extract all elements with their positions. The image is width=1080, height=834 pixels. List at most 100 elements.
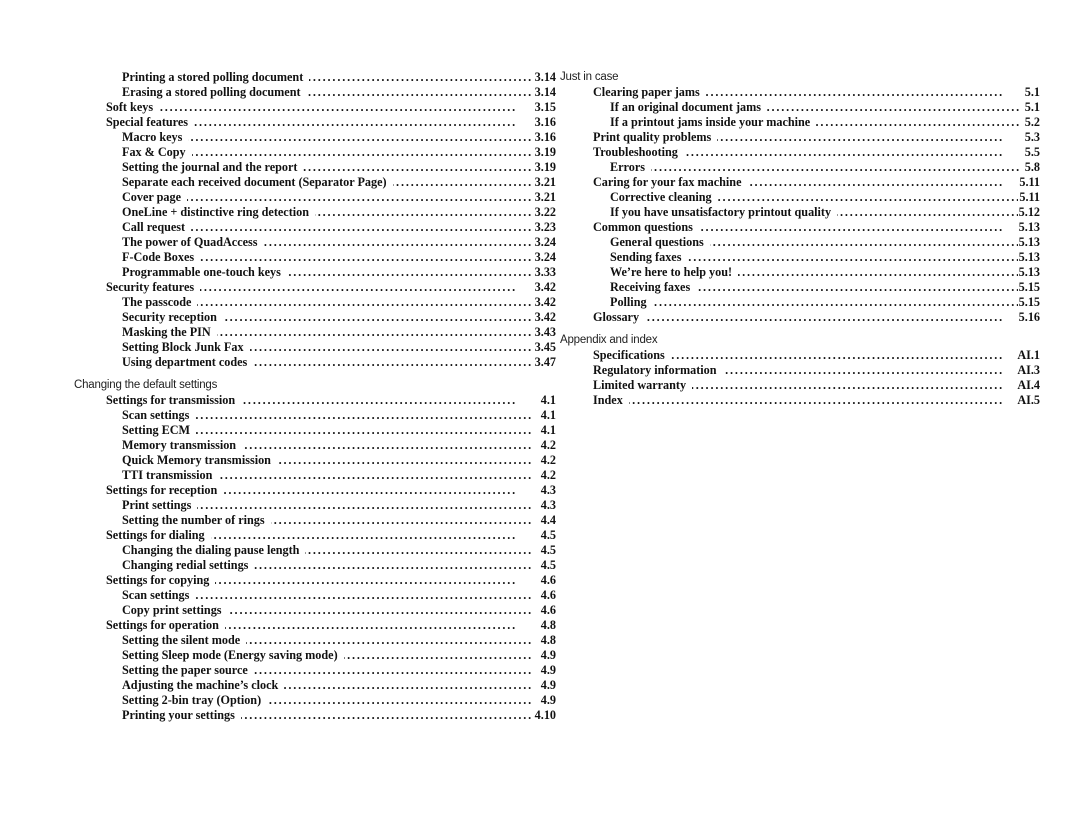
toc-entry[interactable]: Limited warranty AI.4 bbox=[593, 378, 1040, 393]
toc-entry[interactable]: Printing your settings 4.10 bbox=[122, 708, 556, 723]
toc-entry[interactable]: Setting the silent mode 4.8 bbox=[122, 633, 556, 648]
toc-entry[interactable]: Index AI.5 bbox=[593, 393, 1040, 408]
toc-entry[interactable]: Print quality problems 5.3 bbox=[593, 130, 1040, 145]
toc-section-entries: Clearing paper jams5.1If an original doc… bbox=[560, 85, 1040, 325]
toc-entry[interactable]: Setting the number of rings 4.4 bbox=[122, 513, 556, 528]
toc-entry[interactable]: Settings for operation 4.8 bbox=[106, 618, 556, 633]
toc-entry[interactable]: Settings for dialing 4.5 bbox=[106, 528, 556, 543]
toc-entry[interactable]: The passcode 3.42 bbox=[122, 295, 556, 310]
toc-entry[interactable]: OneLine + distinctive ring detection 3.22 bbox=[122, 205, 556, 220]
toc-entry[interactable]: F-Code Boxes 3.24 bbox=[122, 250, 556, 265]
toc-entry-title: Settings for copying bbox=[106, 573, 216, 588]
toc-entry[interactable]: Cover page 3.21 bbox=[122, 190, 556, 205]
toc-entry[interactable]: Common questions 5.13 bbox=[593, 220, 1040, 235]
toc-entry[interactable]: Erasing a stored polling document 3.14 bbox=[122, 85, 556, 100]
toc-entry[interactable]: Caring for your fax machine 5.11 bbox=[593, 175, 1040, 190]
toc-entry[interactable]: If you have unsatisfactory printout qual… bbox=[610, 205, 1040, 220]
toc-entry-title: Regulatory information bbox=[593, 363, 723, 378]
toc-entry[interactable]: Setting ECM 4.1 bbox=[122, 423, 556, 438]
toc-entry[interactable]: Quick Memory transmission 4.2 bbox=[122, 453, 556, 468]
toc-entry-title: Cover page bbox=[122, 190, 188, 205]
toc-entry[interactable]: Changing the dialing pause length 4.5 bbox=[122, 543, 556, 558]
toc-entry-page: 3.42 bbox=[533, 280, 556, 295]
toc-entry[interactable]: If a printout jams inside your machine 5.… bbox=[610, 115, 1040, 130]
toc-entry[interactable]: Sending faxes 5.13 bbox=[610, 250, 1040, 265]
toc-entry-title: Quick Memory transmission bbox=[122, 453, 277, 468]
toc-entry[interactable]: Adjusting the machine’s clock 4.9 bbox=[122, 678, 556, 693]
section-heading-just-in-case: Just in case bbox=[560, 71, 619, 83]
toc-entry[interactable]: Troubleshooting 5.5 bbox=[593, 145, 1040, 160]
dot-leader bbox=[593, 310, 1040, 325]
toc-entry[interactable]: Security features 3.42 bbox=[106, 280, 556, 295]
toc-entry[interactable]: Security reception 3.42 bbox=[122, 310, 556, 325]
toc-entry[interactable]: Soft keys 3.15 bbox=[106, 100, 556, 115]
toc-entry-title: If you have unsatisfactory printout qual… bbox=[610, 205, 838, 220]
dot-leader bbox=[122, 190, 556, 205]
toc-entry-page: 3.14 bbox=[533, 85, 556, 100]
toc-entry[interactable]: Receiving faxes 5.15 bbox=[610, 280, 1040, 295]
toc-entry[interactable]: Macro keys 3.16 bbox=[122, 130, 556, 145]
toc-entry[interactable]: Printing a stored polling document 3.14 bbox=[122, 70, 556, 85]
toc-entry-title: Index bbox=[593, 393, 629, 408]
toc-entry[interactable]: Settings for reception 4.3 bbox=[106, 483, 556, 498]
toc-entry[interactable]: Glossary 5.16 bbox=[593, 310, 1040, 325]
toc-entry-page: AI.1 bbox=[1016, 348, 1040, 363]
toc-entry-page: 3.42 bbox=[533, 310, 556, 325]
toc-entry-title: Programmable one-touch keys bbox=[122, 265, 287, 280]
toc-entry[interactable]: The power of QuadAccess 3.24 bbox=[122, 235, 556, 250]
toc-entry[interactable]: Setting the journal and the report 3.19 bbox=[122, 160, 556, 175]
toc-entry[interactable]: Print settings 4.3 bbox=[122, 498, 556, 513]
toc-entry-title: Polling bbox=[610, 295, 653, 310]
toc-entry-title: The power of QuadAccess bbox=[122, 235, 264, 250]
toc-entry-page: 5.5 bbox=[1023, 145, 1040, 160]
toc-entry[interactable]: Setting 2-bin tray (Option) 4.9 bbox=[122, 693, 556, 708]
toc-entry-page: 4.1 bbox=[539, 423, 556, 438]
toc-entry-page: 3.43 bbox=[533, 325, 556, 340]
toc-entry[interactable]: Regulatory information AI.3 bbox=[593, 363, 1040, 378]
toc-entry-title: Glossary bbox=[593, 310, 646, 325]
toc-entry[interactable]: Errors 5.8 bbox=[610, 160, 1040, 175]
toc-entry[interactable]: Using department codes 3.47 bbox=[122, 355, 556, 370]
toc-entry[interactable]: Scan settings 4.1 bbox=[122, 408, 556, 423]
toc-entry[interactable]: Special features 3.16 bbox=[106, 115, 556, 130]
toc-entry-title: Special features bbox=[106, 115, 195, 130]
toc-entry-title: Settings for dialing bbox=[106, 528, 211, 543]
toc-entry[interactable]: Setting the paper source 4.9 bbox=[122, 663, 556, 678]
toc-entry[interactable]: Call request 3.23 bbox=[122, 220, 556, 235]
toc-entry-page: 4.6 bbox=[539, 573, 556, 588]
toc-entry-page: AI.5 bbox=[1016, 393, 1040, 408]
toc-entry[interactable]: Separate each received document (Separat… bbox=[122, 175, 556, 190]
toc-entry-title: Setting ECM bbox=[122, 423, 197, 438]
toc-entry[interactable]: Scan settings 4.6 bbox=[122, 588, 556, 603]
toc-entry-title: Adjusting the machine’s clock bbox=[122, 678, 285, 693]
toc-entry[interactable]: Programmable one-touch keys 3.33 bbox=[122, 265, 556, 280]
toc-entry-page: 4.4 bbox=[539, 513, 556, 528]
toc-entry-page: 4.9 bbox=[539, 693, 556, 708]
toc-entry[interactable]: Specifications AI.1 bbox=[593, 348, 1040, 363]
toc-entry-page: 4.9 bbox=[539, 678, 556, 693]
toc-entry[interactable]: Changing redial settings 4.5 bbox=[122, 558, 556, 573]
toc-entry[interactable]: We’re here to help you! 5.13 bbox=[610, 265, 1040, 280]
toc-entry[interactable]: If an original document jams 5.1 bbox=[610, 100, 1040, 115]
toc-entry-page: 3.33 bbox=[533, 265, 556, 280]
toc-entry-page: 3.16 bbox=[533, 130, 556, 145]
toc-entry[interactable]: Settings for copying 4.6 bbox=[106, 573, 556, 588]
toc-entry-title: If an original document jams bbox=[610, 100, 767, 115]
toc-entry[interactable]: Fax & Copy 3.19 bbox=[122, 145, 556, 160]
toc-entry[interactable]: Polling 5.15 bbox=[610, 295, 1040, 310]
toc-entry[interactable]: Setting Block Junk Fax 3.45 bbox=[122, 340, 556, 355]
toc-entry-title: Limited warranty bbox=[593, 378, 693, 393]
toc-entry[interactable]: Setting Sleep mode (Energy saving mode) 4… bbox=[122, 648, 556, 663]
toc-entry[interactable]: Clearing paper jams 5.1 bbox=[593, 85, 1040, 100]
toc-entry-title: Settings for transmission bbox=[106, 393, 242, 408]
toc-entry[interactable]: General questions 5.13 bbox=[610, 235, 1040, 250]
toc-entry[interactable]: Masking the PIN 3.43 bbox=[122, 325, 556, 340]
toc-entry[interactable]: Settings for transmission 4.1 bbox=[106, 393, 556, 408]
toc-entry-title: Macro keys bbox=[122, 130, 189, 145]
toc-entry-page: 3.21 bbox=[533, 190, 556, 205]
toc-entry-title: Setting the paper source bbox=[122, 663, 254, 678]
toc-entry[interactable]: Corrective cleaning 5.11 bbox=[610, 190, 1040, 205]
toc-entry[interactable]: Memory transmission 4.2 bbox=[122, 438, 556, 453]
toc-entry[interactable]: Copy print settings 4.6 bbox=[122, 603, 556, 618]
toc-entry[interactable]: TTI transmission 4.2 bbox=[122, 468, 556, 483]
